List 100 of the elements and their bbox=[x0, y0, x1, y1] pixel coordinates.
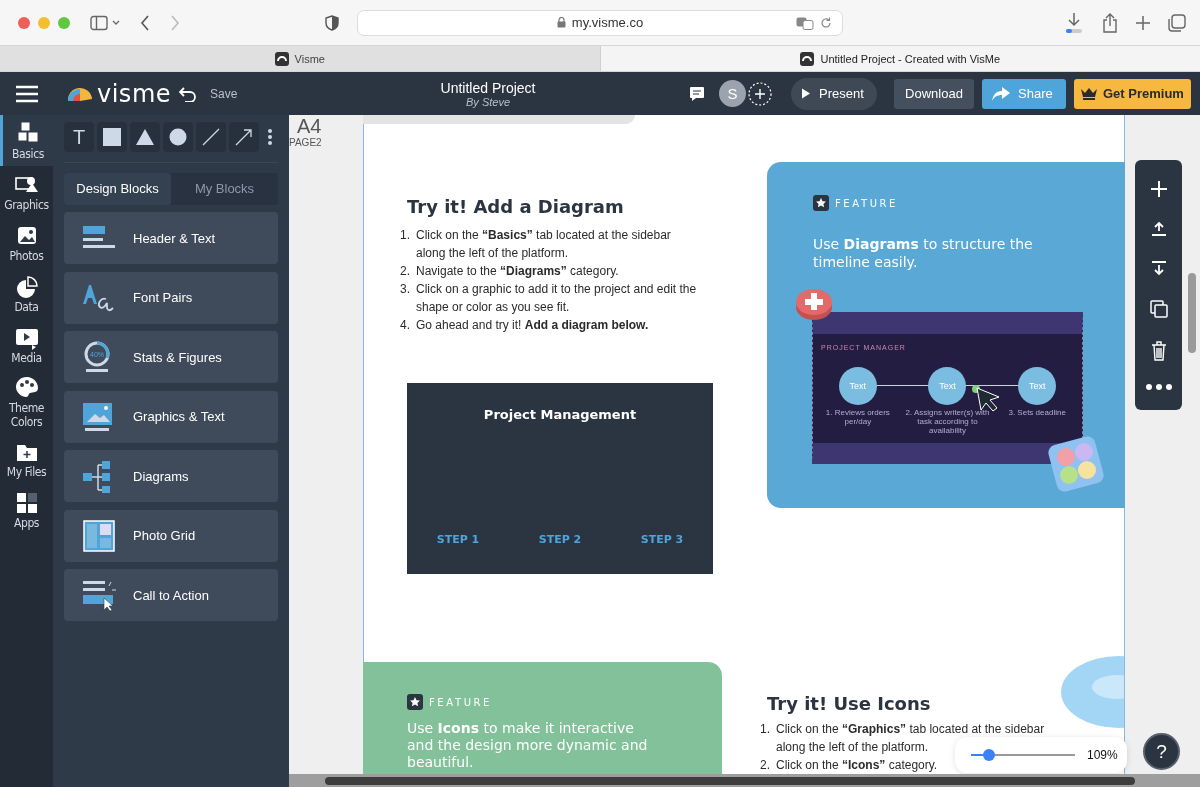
get-premium-button[interactable]: Get Premium bbox=[1074, 78, 1191, 109]
circle-icon bbox=[169, 128, 187, 146]
panel-tab[interactable]: My Blocks bbox=[171, 172, 278, 205]
url-text: my.visme.co bbox=[571, 15, 644, 30]
line-icon bbox=[202, 128, 220, 146]
browser-tab[interactable]: Untitled Project - Created with VisMe bbox=[599, 46, 1200, 71]
more-icon[interactable] bbox=[268, 129, 272, 145]
plus-badge-drawing bbox=[795, 287, 833, 321]
feature-label: FEATURE bbox=[835, 197, 899, 209]
timeline-node: Text bbox=[1018, 367, 1057, 405]
step-number: 2. bbox=[760, 757, 771, 774]
photo-grid-icon bbox=[82, 518, 116, 553]
arrow-tool[interactable] bbox=[229, 122, 259, 152]
block-category[interactable]: Photo Grid bbox=[64, 509, 278, 562]
address-bar[interactable]: my.visme.co bbox=[357, 9, 843, 36]
step-label: STEP 1 bbox=[436, 533, 480, 546]
reload-icon[interactable] bbox=[820, 16, 832, 29]
text-tool[interactable]: T bbox=[64, 122, 94, 152]
page-label: PAGE2 bbox=[289, 137, 322, 148]
block-category[interactable]: Font Pairs bbox=[64, 271, 278, 324]
trash-icon[interactable] bbox=[1150, 340, 1167, 361]
duplicate-icon[interactable] bbox=[1149, 299, 1168, 318]
close-window-button[interactable] bbox=[18, 16, 30, 29]
instruction-step: Click on the “Icons” category. bbox=[776, 756, 938, 774]
diagram-placeholder[interactable]: Project Management STEP 1 STEP 2 STEP 3 bbox=[407, 383, 713, 574]
step-number: 1. bbox=[400, 227, 411, 244]
triangle-icon bbox=[135, 128, 155, 146]
save-button[interactable]: Save bbox=[210, 86, 238, 101]
favicon-icon bbox=[274, 51, 289, 66]
shield-icon[interactable] bbox=[325, 14, 339, 31]
sidebar-item[interactable]: Data bbox=[0, 268, 53, 319]
feature-text: Use Diagrams to structure the timeline easily. bbox=[813, 235, 1034, 271]
step-label: STEP 3 bbox=[640, 533, 684, 546]
block-category[interactable]: Header & Text bbox=[64, 212, 278, 264]
tab-overview-icon[interactable] bbox=[1168, 13, 1186, 32]
pointer-button-icon bbox=[82, 578, 116, 612]
horizontal-scrollbar[interactable] bbox=[325, 777, 1135, 785]
menu-icon[interactable] bbox=[16, 84, 38, 103]
square-icon bbox=[103, 128, 121, 146]
arrow-icon bbox=[235, 128, 253, 146]
author-text: By Steve bbox=[466, 95, 510, 108]
logo-text: visme bbox=[97, 79, 172, 108]
star-icon bbox=[407, 694, 423, 710]
present-button[interactable]: Present bbox=[791, 77, 877, 110]
add-collaborator-icon[interactable] bbox=[748, 81, 772, 106]
panel-tab[interactable]: Design Blocks bbox=[64, 172, 171, 205]
zoom-level: 109% bbox=[1087, 748, 1118, 762]
translate-icon[interactable] bbox=[796, 16, 814, 30]
instruction-step: Click on the “Basics” tab located at the sidebar along the left of the platform. bbox=[416, 226, 700, 262]
instruction-step: Click on a graphic to add it to the project and edit the shape or color as you see fit. bbox=[416, 280, 700, 316]
comment-icon[interactable] bbox=[689, 85, 705, 102]
sidebar-item[interactable]: Media bbox=[0, 319, 53, 370]
node-caption: 1. Reviews orders per/day bbox=[824, 408, 891, 426]
step-number: 3. bbox=[400, 281, 411, 298]
play-icon bbox=[801, 88, 811, 99]
move-up-icon[interactable] bbox=[1150, 221, 1167, 237]
feature-text: Use Icons to make it interactive and the design more dynamic and beautiful. bbox=[407, 720, 649, 771]
move-down-icon[interactable] bbox=[1150, 260, 1167, 277]
circle-tool[interactable] bbox=[163, 122, 193, 152]
vertical-scrollbar[interactable] bbox=[1188, 273, 1196, 353]
share-arrow-icon bbox=[992, 86, 1010, 101]
sidebar-item[interactable]: Theme Colors bbox=[0, 370, 53, 433]
section-heading: Try it! Add a Diagram bbox=[407, 196, 624, 217]
step-number: 1. bbox=[760, 721, 771, 738]
favicon-icon bbox=[800, 51, 815, 66]
sidebar-item[interactable]: Photos bbox=[0, 217, 53, 268]
crown-icon bbox=[1080, 87, 1098, 100]
share-icon[interactable] bbox=[1102, 12, 1118, 33]
step-label: STEP 2 bbox=[538, 533, 582, 546]
instruction-step: Go ahead and try it! Add a diagram below. bbox=[416, 316, 649, 334]
block-category[interactable]: Diagrams bbox=[64, 450, 278, 502]
block-category[interactable]: Call to Action bbox=[64, 569, 278, 621]
step-number: 2. bbox=[400, 263, 411, 280]
rectangle-tool[interactable] bbox=[97, 122, 127, 152]
page-size-label: A4 bbox=[297, 115, 322, 138]
step-number: 4. bbox=[400, 317, 411, 334]
sidebar-item[interactable]: Apps bbox=[0, 484, 53, 535]
instruction-step: Click on the “Graphics” tab located at the sidebar along the left of the platform. bbox=[776, 720, 1054, 756]
node-caption: 2. Assigns writer(s) with task according to availability bbox=[904, 408, 991, 435]
more-icon[interactable] bbox=[1145, 384, 1172, 391]
back-icon[interactable] bbox=[140, 14, 150, 31]
sidebar-item[interactable]: Basics bbox=[0, 115, 53, 166]
sidebar-toggle-icon[interactable] bbox=[90, 14, 120, 31]
sidebar-item[interactable]: My Files bbox=[0, 433, 53, 484]
timeline-node: Text bbox=[838, 367, 877, 405]
section-heading: Try it! Use Icons bbox=[767, 693, 931, 714]
new-tab-icon[interactable] bbox=[1136, 15, 1150, 30]
undo-icon[interactable] bbox=[179, 85, 198, 102]
instruction-step: Navigate to the “Diagrams” category. bbox=[416, 262, 619, 280]
triangle-tool[interactable] bbox=[130, 122, 160, 152]
help-button[interactable]: ? bbox=[1143, 733, 1180, 770]
download-icon[interactable] bbox=[1064, 11, 1084, 34]
add-icon[interactable] bbox=[1149, 179, 1168, 198]
download-button[interactable]: Download bbox=[894, 78, 974, 109]
timeline-node: Text bbox=[928, 367, 967, 405]
project-title[interactable]: Untitled Project bbox=[440, 79, 536, 96]
block-category[interactable]: Graphics & Text bbox=[64, 390, 278, 443]
feature-label: FEATURE bbox=[429, 696, 493, 708]
sidebar-item[interactable]: Graphics bbox=[0, 166, 53, 217]
diagram-title: Project Management bbox=[483, 407, 637, 422]
